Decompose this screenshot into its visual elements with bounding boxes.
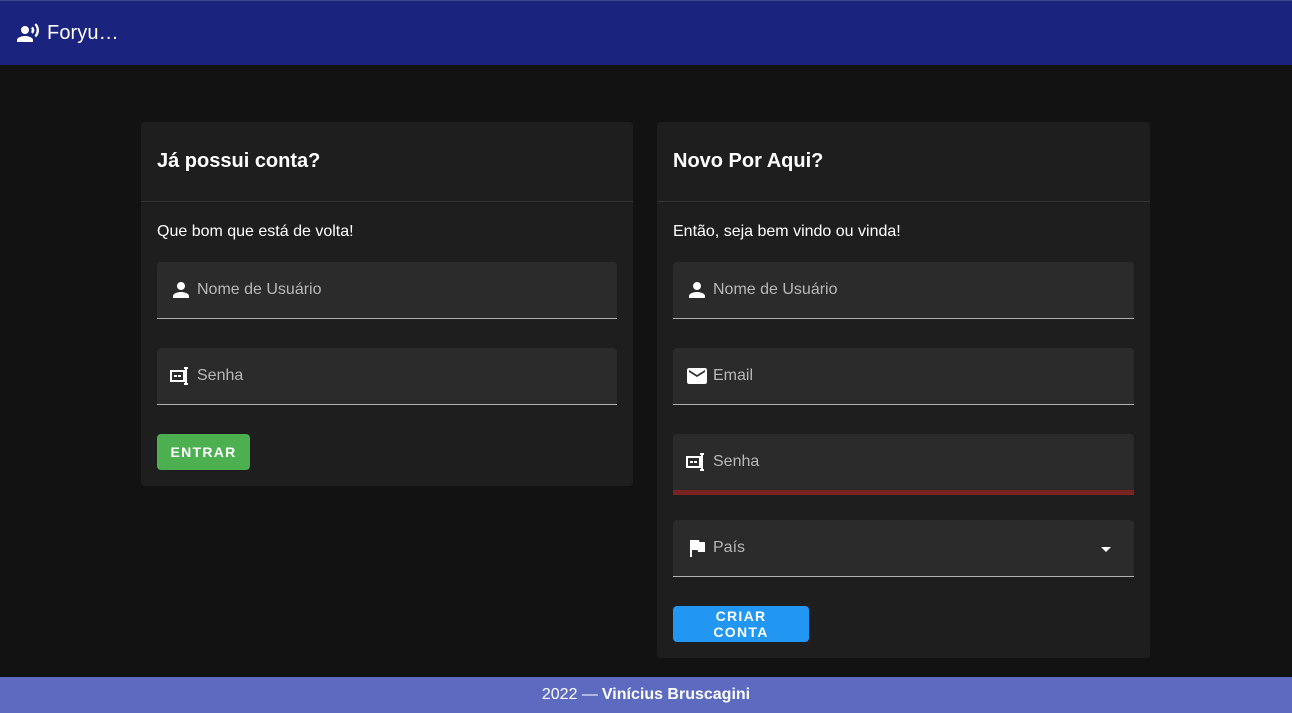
login-username-placeholder: Nome de Usuário: [197, 281, 322, 298]
password-icon: [685, 450, 709, 474]
app-bar: Foryu…: [0, 0, 1292, 65]
password-icon: [169, 364, 193, 388]
register-country-select[interactable]: País: [673, 520, 1134, 577]
register-password-field[interactable]: Senha: [673, 434, 1134, 495]
login-card-title: Já possui conta?: [141, 122, 633, 202]
footer-author: Vinícius Bruscagini: [601, 686, 751, 703]
email-icon: [685, 364, 709, 388]
login-card: Já possui conta? Que bom que está de vol…: [141, 122, 633, 486]
login-password-field[interactable]: Senha: [157, 348, 617, 405]
register-country-placeholder: País: [713, 539, 746, 556]
register-password-placeholder: Senha: [713, 453, 760, 470]
login-button[interactable]: ENTRAR: [157, 434, 250, 470]
person-icon: [685, 278, 709, 302]
chevron-down-icon[interactable]: [1094, 537, 1118, 561]
footer-year: 2022 —: [541, 686, 598, 703]
flag-icon: [685, 536, 709, 560]
login-card-text: Que bom que está de volta!: [157, 223, 354, 240]
register-username-field[interactable]: Nome de Usuário: [673, 262, 1134, 319]
person-icon: [169, 278, 193, 302]
register-button[interactable]: CRIAR CONTA: [673, 606, 809, 642]
login-username-field[interactable]: Nome de Usuário: [157, 262, 617, 319]
register-email-placeholder: Email: [713, 367, 754, 384]
register-username-placeholder: Nome de Usuário: [713, 281, 838, 298]
footer: 2022 — Vinícius Bruscagini: [0, 677, 1292, 713]
login-password-placeholder: Senha: [197, 367, 244, 384]
register-card-title: Novo Por Aqui?: [657, 122, 1150, 202]
app-title[interactable]: Foryu…: [47, 22, 119, 45]
register-card: Novo Por Aqui? Então, seja bem vindo ou …: [657, 122, 1150, 658]
register-card-text: Então, seja bem vindo ou vinda!: [673, 223, 901, 240]
register-email-field[interactable]: Email: [673, 348, 1134, 405]
record-voice-over-icon: [16, 21, 40, 45]
